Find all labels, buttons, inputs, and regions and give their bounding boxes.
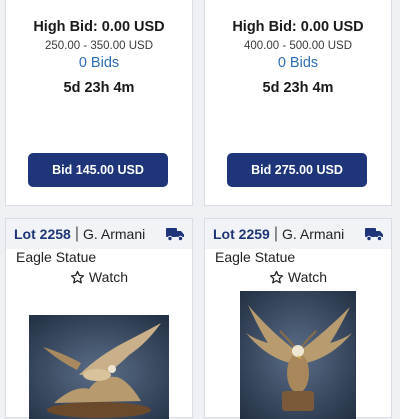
separator: | — [273, 225, 278, 242]
artist-name: G. Armani — [82, 226, 146, 242]
lot-title[interactable]: Eagle Statue — [215, 249, 295, 265]
lot-header: Lot 2259 | G. Armani — [205, 219, 391, 249]
lot-card-top-right: High Bid: 0.00 USD 400.00 - 500.00 USD 0… — [204, 0, 392, 206]
lot-card-bottom-left: Lot 2258 | G. Armani Eagle Statue Watch — [5, 218, 193, 419]
bids-count-link[interactable]: 0 Bids — [6, 55, 192, 71]
estimate-range: 400.00 - 500.00 USD — [243, 40, 353, 52]
bids-count-link[interactable]: 0 Bids — [205, 55, 391, 71]
truck-icon[interactable] — [166, 227, 185, 244]
star-outline-icon — [70, 270, 85, 283]
watch-label: Watch — [287, 269, 328, 285]
lot-photo[interactable] — [29, 315, 169, 419]
high-bid: High Bid: 0.00 USD — [232, 19, 364, 35]
time-left: 5d 23h 4m — [262, 80, 334, 96]
estimate-range: 250.00 - 350.00 USD — [44, 40, 154, 52]
lot-number-link[interactable]: Lot 2258 — [14, 226, 71, 242]
separator: | — [74, 225, 79, 242]
watch-button[interactable]: Watch — [205, 269, 391, 285]
lot-card-top-left: High Bid: 0.00 USD 250.00 - 350.00 USD 0… — [5, 0, 193, 206]
high-bid: High Bid: 0.00 USD — [33, 19, 165, 35]
watch-label: Watch — [88, 269, 129, 285]
lot-header: Lot 2258 | G. Armani — [6, 219, 192, 249]
truck-icon[interactable] — [365, 227, 384, 244]
artist-name: G. Armani — [281, 226, 345, 242]
watch-button[interactable]: Watch — [6, 269, 192, 285]
time-left: 5d 23h 4m — [63, 80, 135, 96]
star-outline-icon — [269, 270, 284, 283]
bid-button[interactable]: Bid 275.00 USD — [227, 153, 367, 187]
lot-title[interactable]: Eagle Statue — [16, 249, 96, 265]
lot-card-bottom-right: Lot 2259 | G. Armani Eagle Statue Watch — [204, 218, 392, 419]
lot-number-link[interactable]: Lot 2259 — [213, 226, 270, 242]
bid-button[interactable]: Bid 145.00 USD — [28, 153, 168, 187]
